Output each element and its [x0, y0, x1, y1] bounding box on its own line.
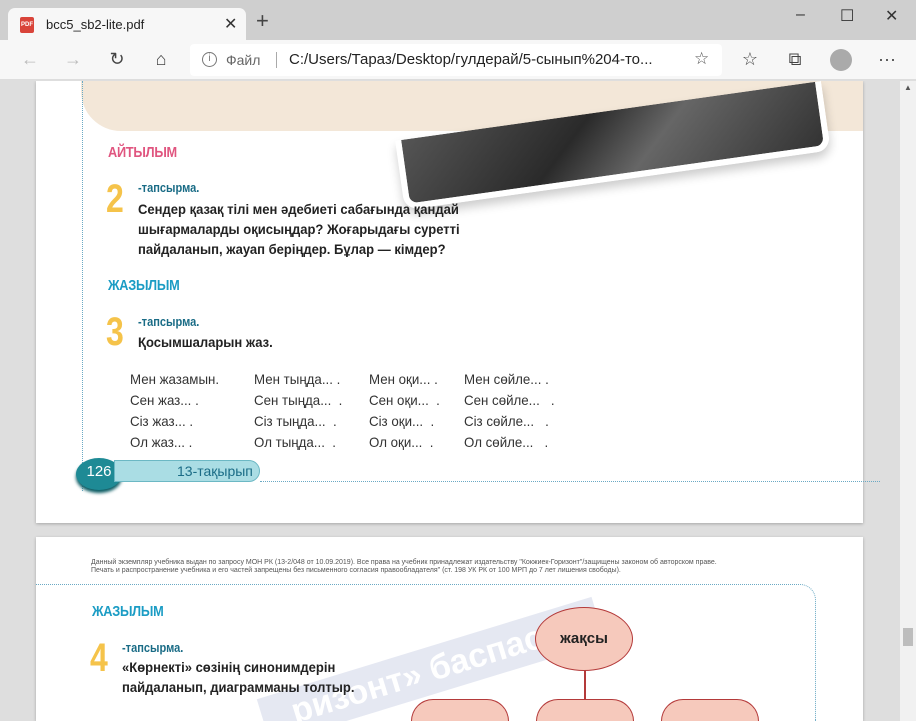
collections-icon[interactable]: ⧉ — [783, 49, 807, 70]
favorites-icon[interactable]: ☆ — [738, 49, 762, 70]
task-label: -тапсырма. — [138, 314, 200, 329]
diagram-bubble — [536, 699, 634, 721]
add-favorite-icon[interactable]: ☆ — [694, 49, 709, 69]
task-line: пайдаланып, диаграмманы толтыр. — [122, 679, 355, 695]
new-tab-button[interactable]: + — [256, 10, 269, 32]
legal-line: Печать и распространение учебника и его … — [91, 567, 621, 574]
table-cell: Ол оқи... . — [369, 434, 434, 450]
address-label: Файл — [226, 52, 261, 68]
section-writing: ЖАЗЫЛЫМ — [108, 277, 180, 294]
table-cell: Мен тыңда... . — [254, 371, 341, 387]
avatar[interactable] — [830, 49, 852, 71]
task-number: 4 — [90, 636, 108, 680]
scrollbar[interactable]: ▲ — [900, 81, 916, 721]
title-bar: PDF bcc5_sb2-lite.pdf ✕ + – ☐ ✕ — [0, 0, 916, 40]
table-cell: Мен жазамын. — [130, 371, 220, 387]
table-cell: Ол жаз... . — [130, 434, 193, 450]
diagram-center-bubble: жақсы — [535, 607, 633, 671]
pdf-page-127: ризонт» баспасы Данный экземпляр учебник… — [36, 537, 863, 721]
minimize-button[interactable]: – — [796, 6, 805, 24]
task-line: шығармаларды оқисыңдар? Жоғарыдағы сурет… — [138, 221, 460, 237]
legal-notice: Данный экземпляр учебника выдан по запро… — [91, 559, 791, 575]
toolbar: ← → ↻ ⌂ i Файл C:/Users/Тараз/Desktop/гу… — [0, 40, 916, 80]
divider — [276, 52, 277, 68]
task-line: «Көрнекті» сөзінің синонимдерін — [122, 659, 336, 675]
table-cell: Сіз оқи... . — [369, 413, 435, 429]
pdf-icon: PDF — [20, 17, 34, 33]
address-bar[interactable]: i Файл C:/Users/Тараз/Desktop/гулдерай/5… — [190, 44, 722, 76]
close-window-button[interactable]: ✕ — [885, 6, 898, 26]
pdf-page-126: АЙТЫЛЫМ 2 -тапсырма. Сендер қазақ тілі м… — [36, 81, 880, 523]
table-cell: Сен жаз... . — [130, 392, 199, 408]
back-icon[interactable]: ← — [18, 49, 42, 70]
table-cell: Сен оқи... . — [369, 392, 440, 408]
forward-icon[interactable]: → — [61, 49, 85, 70]
info-icon[interactable]: i — [202, 52, 217, 67]
task-label: -тапсырма. — [138, 180, 200, 195]
table-cell: Мен оқи... . — [369, 371, 438, 387]
table-cell: Сен тыңда... . — [254, 392, 343, 408]
more-icon[interactable]: ··· — [875, 49, 899, 70]
task-line: пайдаланып, жауап беріңдер. Бұлар — кімд… — [138, 241, 446, 257]
task-number: 2 — [106, 177, 124, 221]
section-writing: ЖАЗЫЛЫМ — [92, 603, 164, 620]
topic-label: 13-тақырып — [114, 460, 260, 482]
browser-tab[interactable]: PDF bcc5_sb2-lite.pdf ✕ — [8, 8, 246, 40]
close-tab-icon[interactable]: ✕ — [224, 14, 237, 34]
task-label: -тапсырма. — [122, 640, 184, 655]
table-cell: Ол сөйле... . — [464, 434, 549, 450]
pdf-viewer: АЙТЫЛЫМ 2 -тапсырма. Сендер қазақ тілі м… — [0, 81, 900, 721]
table-cell: Ол тыңда... . — [254, 434, 336, 450]
tab-title: bcc5_sb2-lite.pdf — [46, 17, 145, 32]
table-cell: Мен сөйле... . — [464, 371, 549, 387]
maximize-button[interactable]: ☐ — [840, 6, 854, 26]
table-cell: Сіз сөйле... . — [464, 413, 549, 429]
home-icon[interactable]: ⌂ — [149, 49, 173, 70]
footer-line — [260, 481, 880, 482]
diagram-bubble — [661, 699, 759, 721]
diagram-bubble — [411, 699, 509, 721]
refresh-icon[interactable]: ↻ — [105, 49, 129, 70]
url-text[interactable]: C:/Users/Тараз/Desktop/гулдерай/5-сынып%… — [289, 51, 653, 68]
table-cell: Сіз тыңда... . — [254, 413, 337, 429]
scrollbar-thumb[interactable] — [903, 628, 913, 646]
border-line — [82, 81, 83, 491]
task-text: Қосымшаларын жаз. — [138, 334, 273, 350]
table-cell: Сіз жаз... . — [130, 413, 194, 429]
section-speaking: АЙТЫЛЫМ — [108, 144, 177, 161]
task-line: Сендер қазақ тілі мен әдебиеті сабағында… — [138, 201, 459, 217]
task-number: 3 — [106, 310, 124, 354]
table-cell: Сен сөйле... . — [464, 392, 555, 408]
legal-line: Данный экземпляр учебника выдан по запро… — [91, 559, 717, 566]
scroll-up-icon[interactable]: ▲ — [904, 83, 912, 92]
